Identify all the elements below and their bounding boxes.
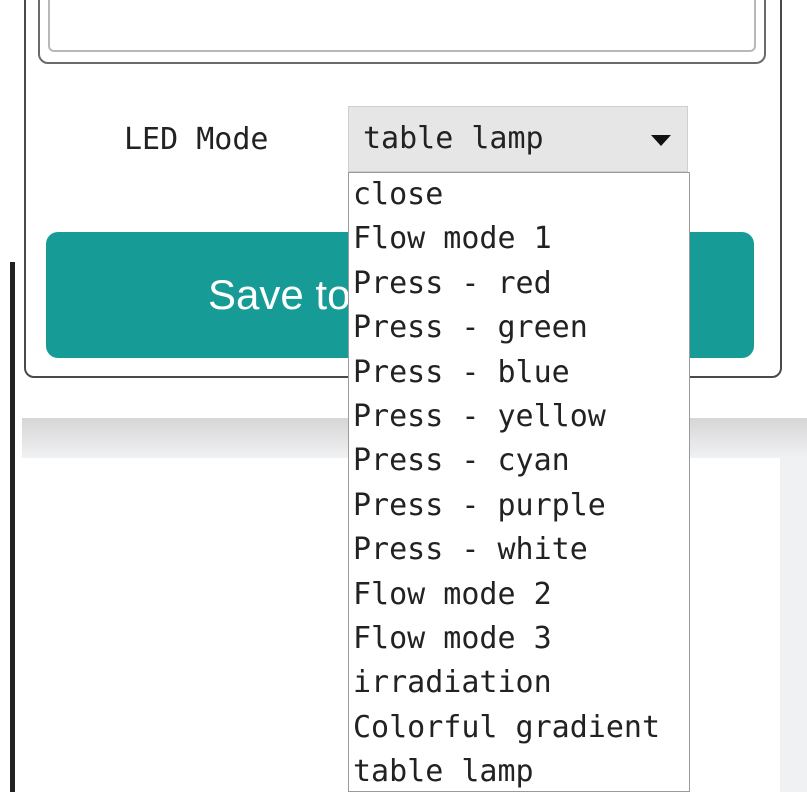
dropdown-option[interactable]: Colorful gradient [349, 706, 689, 750]
dropdown-option[interactable]: Press - green [349, 306, 689, 350]
dropdown-option[interactable]: Flow mode 3 [349, 617, 689, 661]
dropdown-option[interactable]: Press - white [349, 528, 689, 572]
dropdown-option[interactable]: Press - cyan [349, 439, 689, 483]
led-mode-dropdown-list: close Flow mode 1 Press - red Press - gr… [348, 172, 690, 792]
dropdown-option-selected[interactable]: table lamp [349, 750, 689, 791]
led-mode-select[interactable]: table lamp [348, 106, 688, 172]
dropdown-option[interactable]: irradiation [349, 661, 689, 705]
dropdown-option[interactable]: Flow mode 1 [349, 217, 689, 261]
text-area[interactable] [48, 0, 756, 52]
dropdown-option[interactable]: Press - blue [349, 351, 689, 395]
dropdown-option[interactable]: Flow mode 2 [349, 573, 689, 617]
left-divider [10, 262, 15, 792]
led-mode-label: LED Mode [124, 122, 269, 157]
chevron-down-icon [651, 135, 671, 146]
dropdown-option[interactable]: close [349, 173, 689, 217]
dropdown-option[interactable]: Press - red [349, 262, 689, 306]
dropdown-option[interactable]: Press - purple [349, 484, 689, 528]
led-mode-selected-value: table lamp [363, 121, 544, 156]
dropdown-option[interactable]: Press - yellow [349, 395, 689, 439]
page: LED Mode table lamp Save to close Flow m… [0, 0, 807, 792]
